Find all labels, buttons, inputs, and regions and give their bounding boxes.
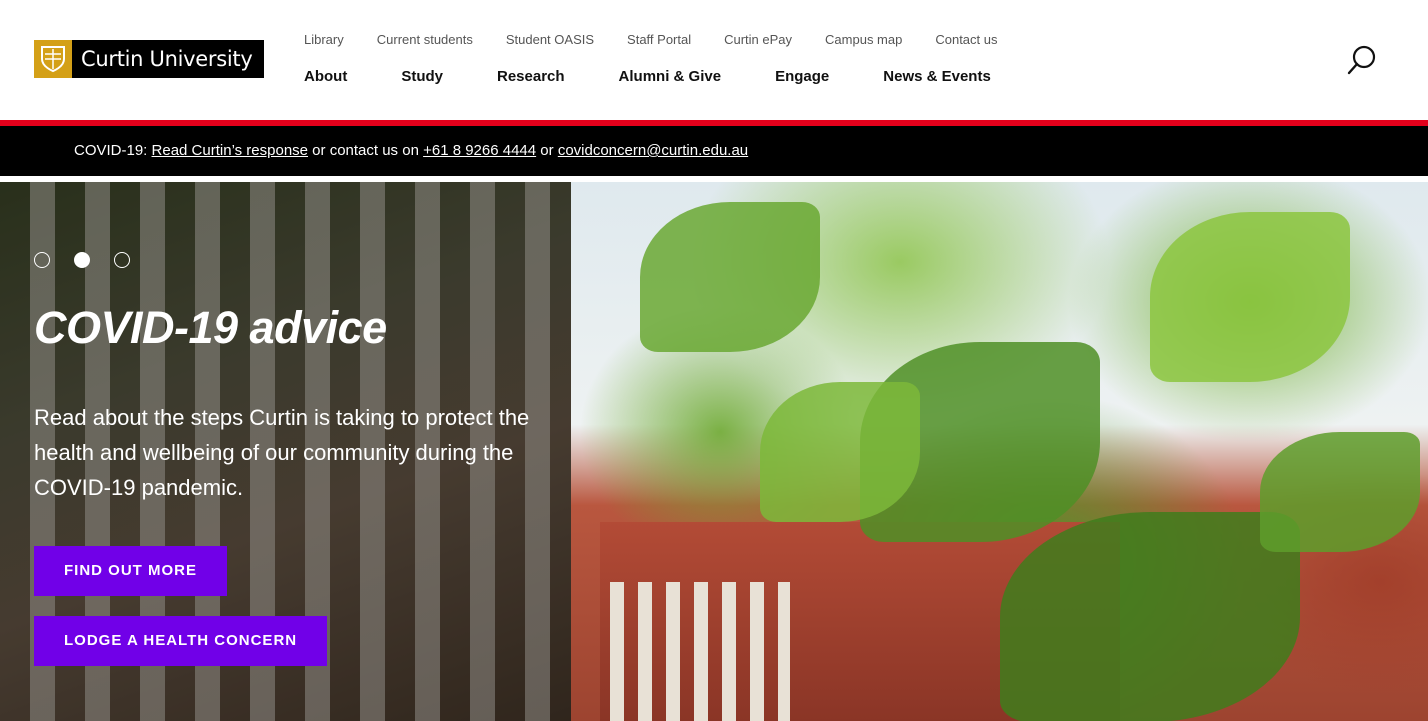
- nav-research[interactable]: Research: [497, 68, 565, 85]
- alert-response-link[interactable]: Read Curtin’s response: [152, 142, 308, 159]
- nav-engage[interactable]: Engage: [775, 68, 829, 85]
- util-link-library[interactable]: Library: [304, 32, 344, 47]
- util-link-student-oasis[interactable]: Student OASIS: [506, 32, 594, 47]
- util-link-current-students[interactable]: Current students: [377, 32, 473, 47]
- hero-photo-foliage: [1000, 512, 1300, 721]
- hero-title: COVID-19 advice: [34, 302, 387, 353]
- alert-prefix: COVID-19:: [74, 142, 152, 159]
- hero-photo-columns: [610, 582, 790, 721]
- crest-icon: [34, 40, 72, 78]
- hero-photo-foliage: [1260, 432, 1420, 552]
- main-nav: About Study Research Alumni & Give Engag…: [304, 68, 1045, 85]
- hero-description: Read about the steps Curtin is taking to…: [34, 405, 530, 500]
- util-link-contact-us[interactable]: Contact us: [935, 32, 997, 47]
- hero-photo-foliage: [760, 382, 920, 522]
- curtin-logo[interactable]: Curtin University: [34, 40, 264, 78]
- alert-email-link[interactable]: covidconcern@curtin.edu.au: [558, 142, 748, 159]
- find-out-more-button[interactable]: FIND OUT MORE: [34, 546, 227, 596]
- util-link-campus-map[interactable]: Campus map: [825, 32, 902, 47]
- nav-news-events[interactable]: News & Events: [883, 68, 991, 85]
- alert-phone-link[interactable]: +61 8 9266 4444: [423, 142, 536, 159]
- nav-about[interactable]: About: [304, 68, 347, 85]
- util-link-staff-portal[interactable]: Staff Portal: [627, 32, 691, 47]
- hero-photo-foliage: [1150, 212, 1350, 382]
- hero-photo-foliage: [640, 202, 820, 352]
- logo-text: Curtin University: [72, 40, 264, 78]
- search-icon[interactable]: [1344, 42, 1380, 78]
- carousel-dot-2[interactable]: [74, 252, 90, 268]
- carousel-dot-3[interactable]: [114, 252, 130, 268]
- nav-study[interactable]: Study: [401, 68, 443, 85]
- carousel-dots: [34, 252, 130, 268]
- utility-nav: Library Current students Student OASIS S…: [304, 32, 1031, 47]
- carousel-dot-1[interactable]: [34, 252, 50, 268]
- util-link-curtin-epay[interactable]: Curtin ePay: [724, 32, 792, 47]
- alert-or-text: or: [536, 142, 558, 159]
- lodge-health-concern-button[interactable]: LODGE A HEALTH CONCERN: [34, 616, 328, 666]
- alert-middle-text: or contact us on: [308, 142, 424, 159]
- site-header: Curtin University Library Current studen…: [0, 0, 1428, 120]
- covid-alert-bar: COVID-19: Read Curtin’s response or cont…: [0, 126, 1428, 176]
- hero-carousel: COVID-19 advice Read about the steps Cur…: [0, 182, 1428, 721]
- nav-alumni-give[interactable]: Alumni & Give: [619, 68, 722, 85]
